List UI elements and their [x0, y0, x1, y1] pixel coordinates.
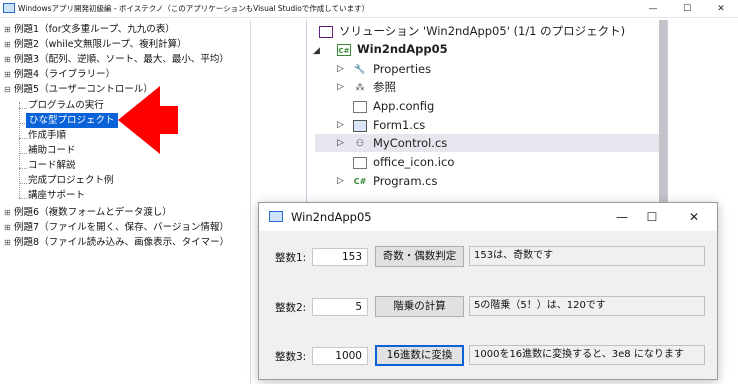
tree-item-label: 例題6（複数フォームとデータ渡し）: [14, 207, 172, 218]
solution-item-office-icon[interactable]: office_icon.ico: [353, 153, 454, 171]
solution-item-program[interactable]: C# Program.cs: [353, 172, 438, 190]
window-title: Windowsアプリ開発初級編 - ボイステクノ（このアプリケーションもVisu…: [18, 4, 370, 13]
tree-guide-branch: [19, 198, 27, 199]
app-window: Win2ndApp05 — ☐ ✕ 整数1: 153 奇数・偶数判定 153は、…: [258, 202, 718, 380]
integer1-label: 整数1:: [275, 252, 307, 264]
tree-item-steps[interactable]: 作成手順: [28, 128, 66, 143]
integer2-input[interactable]: 5: [312, 298, 368, 316]
solution-item-form1[interactable]: Form1.cs: [353, 116, 425, 134]
solution-item-label: office_icon.ico: [373, 155, 455, 169]
minimize-button[interactable]: —: [636, 0, 670, 18]
red-arrow-annotation: [118, 86, 178, 154]
lesson-tree: ⊞ 例題1（for文多重ループ、九九の表） ⊞ 例題2（while文無限ループ、…: [0, 20, 250, 384]
form-icon: [353, 119, 367, 132]
expand-triangle-icon[interactable]: ▷: [337, 176, 344, 186]
app-window-titlebar: Win2ndApp05 — ☐ ✕: [259, 203, 717, 231]
expand-triangle-icon[interactable]: ▷: [337, 120, 344, 130]
csharp-icon: C#: [353, 176, 367, 186]
tree-item-template-project[interactable]: ひな型プロジェクト: [26, 113, 118, 128]
tree-item-sample-project[interactable]: 完成プロジェクト例: [28, 173, 114, 188]
user-control-icon: ⚇: [355, 138, 365, 149]
tree-item-label: 例題7（ファイルを開く、保存、バージョン情報）: [14, 222, 229, 233]
expand-icon[interactable]: ⊞: [4, 220, 11, 235]
app-window-icon: [269, 211, 283, 222]
collapse-triangle-icon[interactable]: ◢: [313, 46, 320, 56]
config-icon: [353, 100, 367, 113]
solution-item-label: Properties: [373, 62, 432, 76]
tree-guide-branch: [19, 138, 27, 139]
expand-icon[interactable]: ⊞: [4, 67, 11, 82]
expand-icon[interactable]: ⊞: [4, 235, 11, 250]
references-icon: ⁂: [355, 82, 365, 93]
solution-item-properties[interactable]: 🔧 Properties: [353, 60, 431, 78]
close-button[interactable]: ✕: [704, 0, 738, 18]
tree-item-label: 例題4（ライブラリー）: [14, 69, 116, 80]
tree-item-example1[interactable]: ⊞ 例題1（for文多重ループ、九九の表）: [4, 22, 175, 37]
app-icon: [3, 3, 15, 13]
tree-item-example3[interactable]: ⊞ 例題3（配列、逆順、ソート、最大、最小、平均）: [4, 52, 229, 67]
wrench-icon: 🔧: [354, 64, 366, 75]
solution-item-references[interactable]: ⁂ 参照: [353, 78, 397, 96]
solution-root[interactable]: ソリューション 'Win2ndApp05' (1/1 のプロジェクト): [319, 22, 625, 40]
solution-explorer: ソリューション 'Win2ndApp05' (1/1 のプロジェクト) ◢ C#…: [306, 20, 668, 206]
solution-item-app-config[interactable]: App.config: [353, 97, 434, 115]
hex-convert-button[interactable]: 16進数に変換: [375, 345, 464, 366]
app-maximize-button[interactable]: ☐: [635, 207, 669, 227]
tree-guide-branch: [19, 153, 27, 154]
tree-item-support[interactable]: 講座サポート: [28, 188, 85, 203]
integer2-label: 整数2:: [275, 302, 307, 314]
tree-item-label: 例題8（ファイル読み込み、画像表示、タイマー）: [14, 237, 230, 248]
expand-icon[interactable]: ⊞: [4, 52, 11, 67]
tree-item-example2[interactable]: ⊞ 例題2（while文無限ループ、複利計算）: [4, 37, 187, 52]
tree-guide-branch: [19, 183, 27, 184]
solution-item-label: 参照: [373, 80, 396, 94]
integer1-input[interactable]: 153: [312, 248, 368, 266]
tree-item-label: 例題1（for文多重ループ、九九の表）: [14, 24, 175, 35]
window-titlebar: Windowsアプリ開発初級編 - ボイステクノ（このアプリケーションもVisu…: [0, 0, 738, 18]
expand-icon[interactable]: ⊞: [4, 205, 11, 220]
expand-icon[interactable]: ⊞: [4, 22, 11, 37]
tree-item-example7[interactable]: ⊞ 例題7（ファイルを開く、保存、バージョン情報）: [4, 220, 229, 235]
expand-triangle-icon[interactable]: ▷: [337, 82, 344, 92]
factorial-button[interactable]: 階乗の計算: [375, 296, 464, 317]
solution-icon: [319, 25, 333, 38]
maximize-button[interactable]: ☐: [670, 0, 704, 18]
tree-guide-branch: [19, 108, 27, 109]
expand-icon[interactable]: ⊞: [4, 37, 11, 52]
tree-item-label: 例題3（配列、逆順、ソート、最大、最小、平均）: [14, 54, 229, 65]
tree-item-code-explanation[interactable]: コード解説: [28, 158, 76, 173]
image-icon: [353, 156, 367, 169]
app-window-title: Win2ndApp05: [291, 210, 372, 224]
scrollbar[interactable]: [659, 20, 667, 206]
tree-item-label: 例題2（while文無限ループ、複利計算）: [14, 39, 187, 50]
tree-guide-branch: [19, 168, 27, 169]
tree-item-run-program[interactable]: プログラムの実行: [28, 98, 104, 113]
tree-item-aux-code[interactable]: 補助コード: [28, 143, 76, 158]
pane-divider[interactable]: [250, 20, 251, 384]
expand-triangle-icon[interactable]: ▷: [337, 138, 344, 148]
tree-item-example4[interactable]: ⊞ 例題4（ライブラリー）: [4, 67, 115, 82]
odd-even-button[interactable]: 奇数・偶数判定: [375, 246, 464, 267]
app-minimize-button[interactable]: —: [605, 207, 639, 227]
integer3-label: 整数3:: [275, 351, 307, 363]
project-node[interactable]: C# Win2ndApp05: [337, 40, 448, 58]
result2-box: 5の階乗（5！）は、120です: [469, 296, 705, 316]
tree-item-example6[interactable]: ⊞ 例題6（複数フォームとデータ渡し）: [4, 205, 172, 220]
solution-item-label: App.config: [373, 99, 435, 113]
tree-item-example8[interactable]: ⊞ 例題8（ファイル読み込み、画像表示、タイマー）: [4, 235, 229, 250]
result1-box: 153は、奇数です: [469, 246, 705, 266]
result3-box: 1000を16進数に変換すると、3e8 になります: [469, 345, 705, 365]
expand-triangle-icon[interactable]: ▷: [337, 64, 344, 74]
solution-title: ソリューション 'Win2ndApp05' (1/1 のプロジェクト): [339, 24, 626, 38]
csharp-project-icon: C#: [337, 43, 351, 56]
app-close-button[interactable]: ✕: [677, 207, 711, 227]
solution-item-label: MyControl.cs: [373, 136, 448, 150]
solution-item-label: Form1.cs: [373, 118, 426, 132]
collapse-icon[interactable]: ⊟: [4, 82, 11, 97]
solution-item-label: Program.cs: [373, 174, 438, 188]
solution-item-mycontrol[interactable]: ⚇ MyControl.cs: [353, 134, 447, 152]
project-name: Win2ndApp05: [357, 42, 448, 56]
integer3-input[interactable]: 1000: [312, 347, 368, 365]
